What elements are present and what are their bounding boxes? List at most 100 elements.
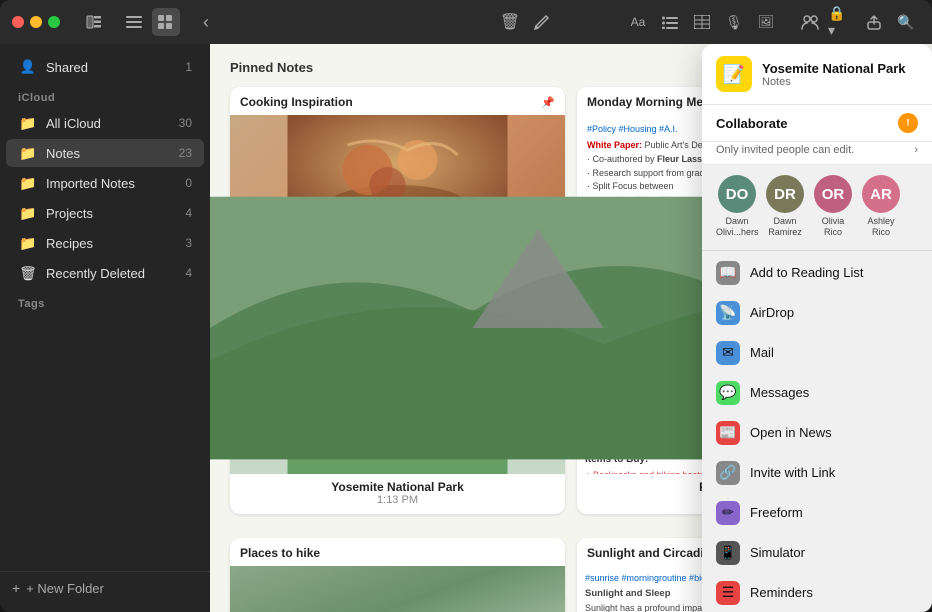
menu-item-messages[interactable]: 💬 Messages: [702, 373, 932, 413]
all-icloud-icon: 📁: [18, 113, 38, 133]
collaborator-ashley[interactable]: AR Ashley Rico: [860, 175, 902, 238]
mail-label: Mail: [750, 345, 774, 360]
shared-icon: 👤: [18, 57, 38, 77]
list-format-button[interactable]: [656, 8, 684, 36]
new-folder-icon: +: [12, 580, 20, 596]
sidebar-notes-count: 23: [176, 146, 192, 160]
note-thumbnail-hike: [230, 566, 565, 612]
news-label: Open in News: [750, 425, 832, 440]
collaborate-row[interactable]: Collaborate !: [702, 105, 932, 142]
note-icon: 📝: [716, 56, 752, 92]
search-button[interactable]: 🔍: [892, 8, 920, 36]
sidebar-recently-deleted-label: Recently Deleted: [46, 266, 176, 281]
note-card-hike[interactable]: Places to hike: [230, 538, 565, 612]
lock-button[interactable]: 🔒 ▾: [828, 8, 856, 36]
sidebar-item-notes[interactable]: 📁 Notes 23: [6, 139, 204, 167]
grid-view-button[interactable]: [152, 8, 180, 36]
sidebar-recently-deleted-count: 4: [176, 266, 192, 280]
share-panel-header: 📝 Yosemite National Park Notes: [702, 44, 932, 105]
menu-item-reading-list[interactable]: 📖 Add to Reading List: [702, 253, 932, 293]
sidebar-projects-count: 4: [176, 206, 192, 220]
reading-list-label: Add to Reading List: [750, 265, 863, 280]
sidebar-item-recipes[interactable]: 📁 Recipes 3: [6, 229, 204, 257]
collaborate-label: Collaborate: [716, 116, 788, 131]
share-button[interactable]: [860, 8, 888, 36]
share-panel-title: Yosemite National Park: [762, 61, 906, 76]
avatar-name-dawn-r: Dawn Ramirez: [764, 216, 806, 238]
toolbar-right: 🗑 Aa: [496, 8, 920, 36]
collaborator-dawn-o[interactable]: DO Dawn Olivi...hers: [716, 175, 758, 238]
traffic-lights: [12, 16, 60, 28]
table-button[interactable]: [688, 8, 716, 36]
recently-deleted-icon: 🗑: [18, 263, 38, 283]
collaborate-icon[interactable]: [796, 8, 824, 36]
projects-icon: 📁: [18, 203, 38, 223]
minimize-button[interactable]: [30, 16, 42, 28]
mail-icon: ✉: [716, 341, 740, 365]
format-button[interactable]: Aa: [624, 8, 652, 36]
sidebar-notes-label: Notes: [46, 146, 176, 161]
avatar-name-olivia: Olivia Rico: [812, 216, 854, 238]
titlebar: ‹ 🗑 Aa: [0, 0, 932, 44]
new-folder-button[interactable]: + + New Folder: [0, 571, 210, 604]
link-icon: 🔗: [716, 461, 740, 485]
menu-item-simulator[interactable]: 📱 Simulator: [702, 533, 932, 573]
tags-section-header: Tags: [0, 288, 210, 314]
simulator-label: Simulator: [750, 545, 805, 560]
app-window: ‹ 🗑 Aa: [0, 0, 932, 612]
sidebar-item-shared[interactable]: 👤 Shared 1: [6, 53, 204, 81]
back-button[interactable]: ‹: [192, 8, 220, 36]
menu-item-airdrop[interactable]: 📡 AirDrop: [702, 293, 932, 333]
menu-item-mail[interactable]: ✉ Mail: [702, 333, 932, 373]
collaborator-dawn-r[interactable]: DR Dawn Ramirez: [764, 175, 806, 238]
delete-button[interactable]: 🗑: [496, 8, 524, 36]
share-panel-subtitle: Notes: [762, 76, 906, 88]
avatar-olivia: OR: [814, 175, 852, 213]
new-folder-label: + New Folder: [26, 581, 104, 596]
sidebar-toggle-button[interactable]: [80, 8, 108, 36]
sidebar-item-imported-notes[interactable]: 📁 Imported Notes 0: [6, 169, 204, 197]
news-icon: 📰: [716, 421, 740, 445]
freeform-label: Freeform: [750, 505, 803, 520]
sidebar-recipes-label: Recipes: [46, 236, 176, 251]
sidebar-shared-label: Shared: [46, 60, 176, 75]
simulator-icon: 📱: [716, 541, 740, 565]
sidebar-all-icloud-label: All iCloud: [46, 116, 176, 131]
avatar-dawn-r: DR: [766, 175, 804, 213]
sidebar-imported-count: 0: [176, 176, 192, 190]
share-panel: 📝 Yosemite National Park Notes Collabora…: [702, 44, 932, 612]
list-view-button[interactable]: [120, 8, 148, 36]
main-layout: 👤 Shared 1 iCloud 📁 All iCloud 30 📁 Note…: [0, 44, 932, 612]
avatar-dawn-o: DO: [718, 175, 756, 213]
chevron-icon: ›: [914, 144, 918, 156]
sidebar-item-recently-deleted[interactable]: 🗑 Recently Deleted 4: [6, 259, 204, 287]
imported-notes-icon: 📁: [18, 173, 38, 193]
menu-item-invite-link[interactable]: 🔗 Invite with Link: [702, 453, 932, 493]
avatar-name-dawn-o: Dawn Olivi...hers: [716, 216, 758, 238]
notes-icon: 📁: [18, 143, 38, 163]
avatar-name-ashley: Ashley Rico: [860, 216, 902, 238]
airdrop-icon: 📡: [716, 301, 740, 325]
compose-button[interactable]: [528, 8, 556, 36]
menu-item-news[interactable]: 📰 Open in News: [702, 413, 932, 453]
reminders-label: Reminders: [750, 585, 813, 600]
sidebar-shared-count: 1: [176, 60, 192, 74]
messages-icon: 💬: [716, 381, 740, 405]
media-button[interactable]: 🖼: [752, 8, 780, 36]
invite-link-label: Invite with Link: [750, 465, 835, 480]
airdrop-label: AirDrop: [750, 305, 794, 320]
sidebar-item-all-icloud[interactable]: 📁 All iCloud 30: [6, 109, 204, 137]
menu-item-reminders[interactable]: ☰ Reminders: [702, 573, 932, 612]
icloud-section-header: iCloud: [0, 82, 210, 108]
reminders-icon: ☰: [716, 581, 740, 605]
recipes-icon: 📁: [18, 233, 38, 253]
audio-button[interactable]: 🎙: [720, 8, 748, 36]
maximize-button[interactable]: [48, 16, 60, 28]
reading-list-icon: 📖: [716, 261, 740, 285]
collaborate-subtitle[interactable]: Only invited people can edit. ›: [702, 142, 932, 165]
collaborator-olivia[interactable]: OR Olivia Rico: [812, 175, 854, 238]
close-button[interactable]: [12, 16, 24, 28]
separator: [702, 250, 932, 251]
menu-item-freeform[interactable]: ✏ Freeform: [702, 493, 932, 533]
sidebar-item-projects[interactable]: 📁 Projects 4: [6, 199, 204, 227]
